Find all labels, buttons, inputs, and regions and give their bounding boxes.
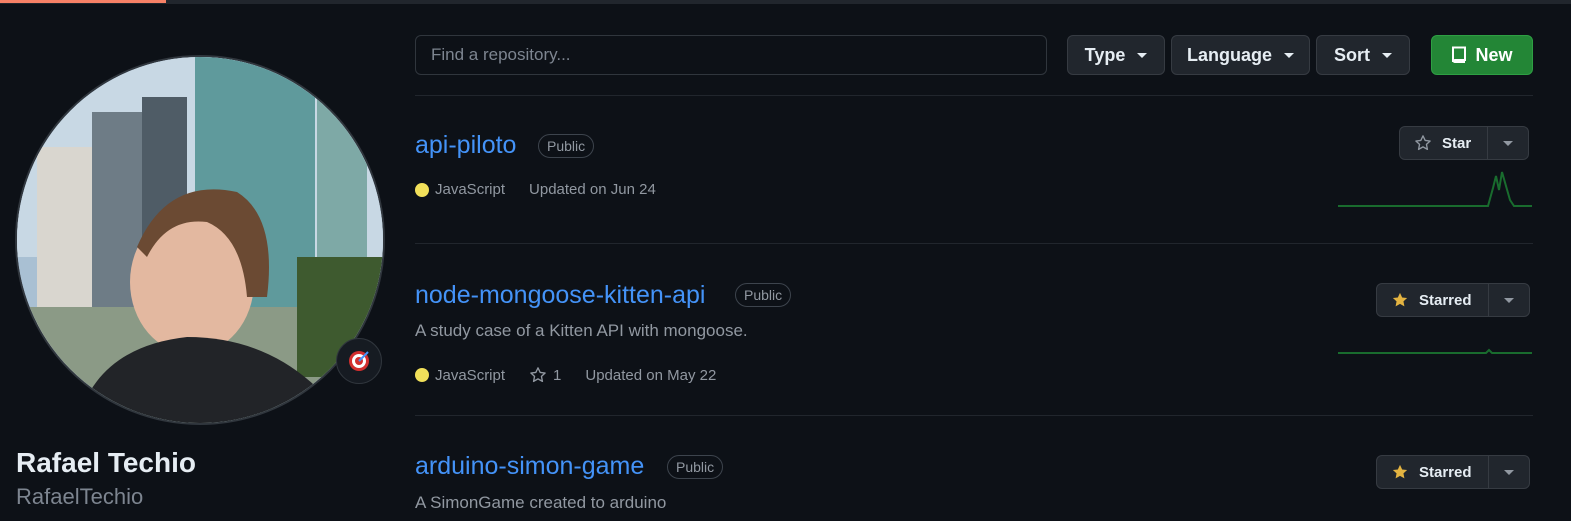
- star-list-dropdown[interactable]: [1488, 127, 1528, 159]
- starred-button[interactable]: Starred: [1377, 456, 1489, 488]
- profile-name: Rafael Techio: [16, 447, 196, 478]
- visibility-badge: Public: [538, 134, 595, 158]
- top-nav-underline: [0, 0, 1571, 4]
- chevron-down-icon: [1503, 469, 1514, 475]
- star-outline-icon: [530, 367, 546, 383]
- star-button-group: Star: [1399, 126, 1530, 160]
- active-tab-indicator: [0, 0, 166, 3]
- star-outline-icon: [1415, 135, 1431, 151]
- repo-meta: JavaScript Updated on Jun 24: [415, 181, 656, 198]
- language-filter-label: Language: [1186, 44, 1272, 65]
- repo-link[interactable]: arduino-simon-game: [415, 452, 644, 481]
- divider: [415, 95, 1533, 96]
- new-label: New: [1475, 44, 1513, 65]
- sort-label: Sort: [1334, 44, 1370, 65]
- repository-search-input[interactable]: [415, 35, 1047, 75]
- repo-meta: JavaScript 1 Updated on May 22: [415, 366, 716, 384]
- repo-description: A study case of a Kitten API with mongoo…: [415, 321, 748, 340]
- sort-button[interactable]: Sort: [1316, 35, 1410, 75]
- star-label: Star: [1442, 134, 1472, 152]
- star-button[interactable]: Star: [1400, 127, 1489, 159]
- chevron-down-icon: [1503, 297, 1514, 303]
- language-filter-button[interactable]: Language: [1171, 35, 1310, 75]
- language-color-dot: [415, 368, 429, 382]
- repo-language: JavaScript: [435, 181, 506, 198]
- new-repository-button[interactable]: New: [1431, 35, 1533, 75]
- avatar-photo: [17, 57, 383, 423]
- target-icon: [349, 351, 369, 371]
- chevron-down-icon: [1382, 52, 1392, 58]
- activity-sparkline: [1338, 348, 1532, 354]
- star-list-dropdown[interactable]: [1489, 456, 1529, 488]
- star-button-group: Starred: [1376, 455, 1530, 489]
- type-filter-button[interactable]: Type: [1067, 35, 1165, 75]
- star-count: 1: [553, 366, 562, 384]
- repo-link[interactable]: node-mongoose-kitten-api: [415, 281, 705, 310]
- repo-icon: [1452, 46, 1467, 64]
- type-filter-label: Type: [1084, 44, 1126, 65]
- star-label: Starred: [1419, 291, 1472, 309]
- chevron-down-icon: [1137, 52, 1148, 58]
- star-filled-icon: [1392, 464, 1408, 479]
- language-color-dot: [415, 182, 429, 197]
- star-label: Starred: [1419, 463, 1472, 481]
- visibility-badge: Public: [735, 283, 792, 307]
- repo-description: A SimonGame created to arduino: [415, 493, 667, 512]
- chevron-down-icon: [1503, 140, 1514, 146]
- profile-avatar-container: [15, 55, 385, 425]
- repo-link[interactable]: api-piloto: [415, 131, 516, 160]
- repo-language: JavaScript: [435, 366, 506, 384]
- status-button[interactable]: [336, 338, 382, 384]
- visibility-badge: Public: [667, 455, 724, 479]
- stargazers-link[interactable]: 1: [529, 366, 561, 384]
- repo-updated: Updated on May 22: [585, 366, 717, 384]
- divider: [415, 243, 1533, 244]
- activity-sparkline: [1338, 171, 1532, 207]
- star-list-dropdown[interactable]: [1489, 284, 1529, 316]
- starred-button[interactable]: Starred: [1377, 284, 1489, 316]
- avatar[interactable]: [15, 55, 385, 425]
- profile-login: RafaelTechio: [16, 484, 144, 509]
- repo-updated: Updated on Jun 24: [529, 181, 656, 198]
- star-filled-icon: [1392, 292, 1408, 307]
- chevron-down-icon: [1284, 52, 1294, 58]
- divider: [415, 415, 1533, 416]
- star-button-group: Starred: [1376, 283, 1530, 317]
